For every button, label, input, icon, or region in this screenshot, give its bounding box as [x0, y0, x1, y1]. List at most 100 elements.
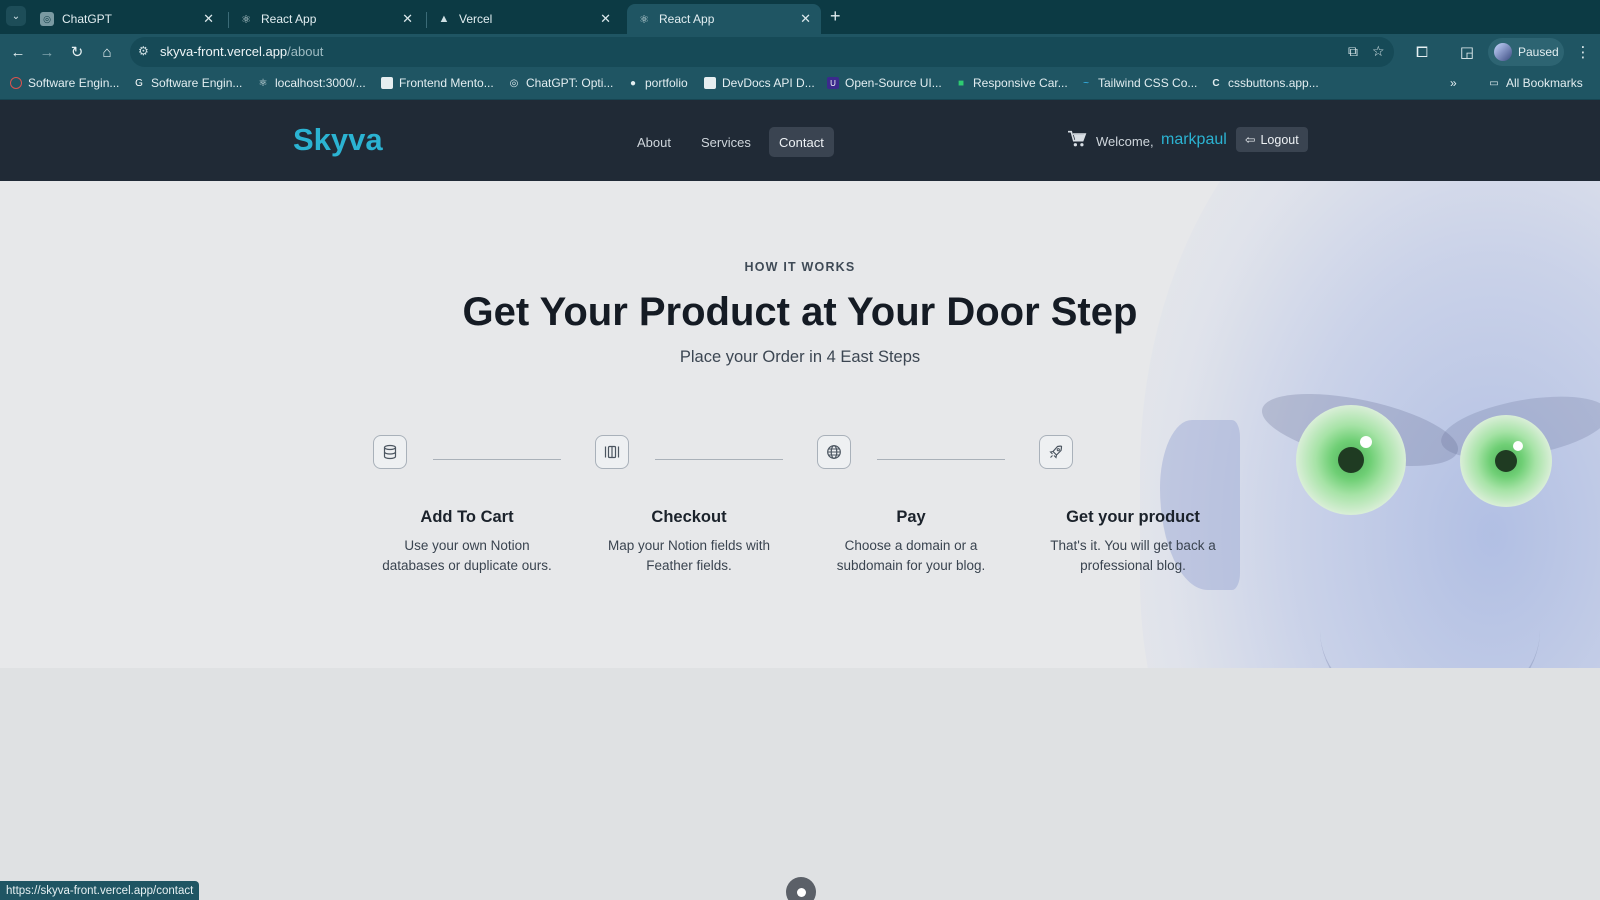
step-description-line: That's it. You will get back a [1050, 538, 1216, 553]
dot-icon [796, 887, 806, 897]
site-navbar: Skyva About Services Contact Welcome, ma… [0, 100, 1600, 181]
react-favicon-icon: ⚛ [258, 77, 268, 89]
step-description-line: Choose a domain or a [844, 538, 978, 553]
bookmark-item[interactable]: G Software Engin... [133, 76, 242, 90]
bookmark-favicon-icon [10, 77, 22, 89]
uiverse-favicon-icon: U [827, 77, 839, 89]
bookmark-label: Software Engin... [151, 76, 243, 90]
bookmarks-overflow-icon[interactable]: » [1450, 76, 1457, 90]
all-bookmarks-label: All Bookmarks [1506, 76, 1583, 90]
browser-toolbar: ← → ↻ ⌂ ⚙ skyva-front.vercel.app/about ⧉… [0, 34, 1600, 70]
character-eye-right [1460, 415, 1552, 507]
profile-status-label: Paused [1518, 45, 1559, 59]
columns-icon [595, 435, 629, 469]
brand-logo[interactable]: Skyva [293, 122, 383, 158]
nav-link-services[interactable]: Services [691, 127, 761, 157]
extensions-puzzle-icon[interactable]: ⧠ [1411, 41, 1433, 63]
bookmark-item[interactable]: Ccssbuttons.app... [1210, 76, 1318, 90]
bookmark-label: Software Engin... [28, 76, 120, 90]
bookmark-label: Responsive Car... [973, 76, 1068, 90]
cast-icon[interactable]: ◲ [1456, 41, 1478, 63]
bookmark-label: Open-Source UI... [845, 76, 942, 90]
bookmark-item[interactable]: Frontend Mento... [381, 76, 494, 90]
close-tab-icon[interactable]: ✕ [600, 11, 611, 27]
tailwind-favicon-icon: ~ [1083, 77, 1089, 89]
close-tab-icon[interactable]: ✕ [800, 11, 811, 27]
step-description: Map your Notion fields with Feather field… [589, 536, 789, 576]
step-description: Choose a domain or a subdomain for your b… [811, 536, 1011, 576]
link-status-bar: https://skyva-front.vercel.app/contact [0, 881, 200, 900]
new-tab-button[interactable]: + [830, 6, 841, 27]
bookmark-item[interactable]: ■ Responsive Car... [955, 76, 1068, 90]
section-eyebrow: HOW IT WORKS [744, 260, 856, 274]
username-link[interactable]: markpaul [1161, 131, 1227, 149]
reload-icon[interactable]: ↻ [66, 41, 88, 63]
url-path: /about [287, 44, 324, 59]
nav-link-contact[interactable]: Contact [769, 127, 834, 157]
install-app-icon[interactable]: ⧉ [1348, 43, 1358, 60]
home-icon[interactable]: ⌂ [96, 41, 118, 63]
step-connector [433, 459, 561, 460]
step-title-pay: Pay [896, 508, 926, 526]
step-title-get-your-product: Get your product [1066, 508, 1200, 526]
profile-avatar [1494, 43, 1512, 61]
bookmark-label: ChatGPT: Opti... [526, 76, 614, 90]
tab-react-app-active[interactable]: ⚛ React App ✕ [627, 4, 821, 34]
bookmark-item[interactable]: ⚛ localhost:3000/... [257, 76, 366, 90]
tab-title: Vercel [459, 12, 493, 26]
tab-react-app[interactable]: ⚛ React App ✕ [229, 4, 423, 34]
bookmark-item[interactable]: U Open-Source UI... [827, 76, 942, 90]
bookmark-item[interactable]: DevDocs API D... [704, 76, 815, 90]
tab-vercel[interactable]: ▲ Vercel ✕ [427, 4, 621, 34]
back-arrow-icon[interactable]: ← [7, 41, 29, 63]
bookmark-item[interactable]: ~ Tailwind CSS Co... [1080, 76, 1197, 90]
folder-icon: ▭ [1489, 77, 1499, 89]
step-description-line: Feather fields. [646, 558, 732, 573]
chatgpt-favicon-icon: ◎ [509, 77, 519, 89]
step-description-line: subdomain for your blog. [836, 558, 986, 573]
address-bar[interactable]: ⚙ skyva-front.vercel.app/about ⧉ ☆ [130, 37, 1394, 67]
profile-button[interactable]: Paused [1488, 38, 1564, 66]
tab-title: ChatGPT [62, 12, 113, 26]
cssbuttons-favicon-icon: C [1212, 77, 1220, 89]
bookmark-label: Frontend Mento... [399, 76, 494, 90]
bookmark-label: localhost:3000/... [275, 76, 366, 90]
nav-link-about[interactable]: About [627, 127, 681, 157]
chatgpt-favicon-icon: ◎ [40, 12, 54, 26]
google-favicon-icon: G [135, 77, 143, 89]
url-host: skyva-front.vercel.app [160, 44, 288, 59]
bookmark-star-icon[interactable]: ☆ [1372, 43, 1385, 60]
bookmark-item[interactable]: ◎ ChatGPT: Opti... [508, 76, 614, 90]
bookmark-label: portfolio [645, 76, 688, 90]
step-connector [877, 459, 1005, 460]
floating-action-button[interactable] [786, 877, 816, 900]
forward-arrow-icon[interactable]: → [36, 41, 58, 63]
step-title-checkout: Checkout [651, 508, 727, 526]
logout-icon: ⇦ [1245, 133, 1256, 147]
url-text: skyva-front.vercel.app/about [160, 44, 323, 59]
menu-kebab-icon[interactable]: ⋮ [1572, 41, 1594, 63]
close-tab-icon[interactable]: ✕ [402, 11, 413, 27]
tab-chatgpt[interactable]: ◎ ChatGPT ✕ [30, 4, 224, 34]
react-favicon-icon: ⚛ [639, 13, 649, 26]
page-viewport: Skyva About Services Contact Welcome, ma… [0, 100, 1600, 900]
step-description-line: databases or duplicate ours. [382, 558, 552, 573]
devdocs-favicon-icon [704, 77, 716, 89]
tab-title: React App [659, 12, 715, 26]
step-description: That's it. You will get back a profession… [1033, 536, 1233, 576]
site-info-icon[interactable]: ⚙ [138, 44, 149, 58]
step-connector [655, 459, 783, 460]
bookmark-item[interactable]: Software Engin... [10, 76, 119, 90]
shopping-cart-icon[interactable] [1067, 130, 1087, 148]
tab-search-button[interactable]: ⌄ [6, 6, 26, 26]
bookmark-item[interactable]: ● portfolio [627, 76, 688, 90]
responsive-card-favicon-icon: ■ [957, 77, 965, 89]
bookmark-label: Tailwind CSS Co... [1098, 76, 1198, 90]
close-tab-icon[interactable]: ✕ [203, 11, 214, 27]
bookmarks-bar: Software Engin... G Software Engin... ⚛ lo… [0, 70, 1600, 100]
step-description-line: professional blog. [1080, 558, 1186, 573]
all-bookmarks-folder[interactable]: ▭ All Bookmarks [1488, 76, 1583, 90]
step-title-add-to-cart: Add To Cart [420, 508, 514, 526]
logout-button[interactable]: ⇦ Logout [1236, 127, 1308, 152]
step-description-line: Map your Notion fields with [607, 538, 771, 553]
